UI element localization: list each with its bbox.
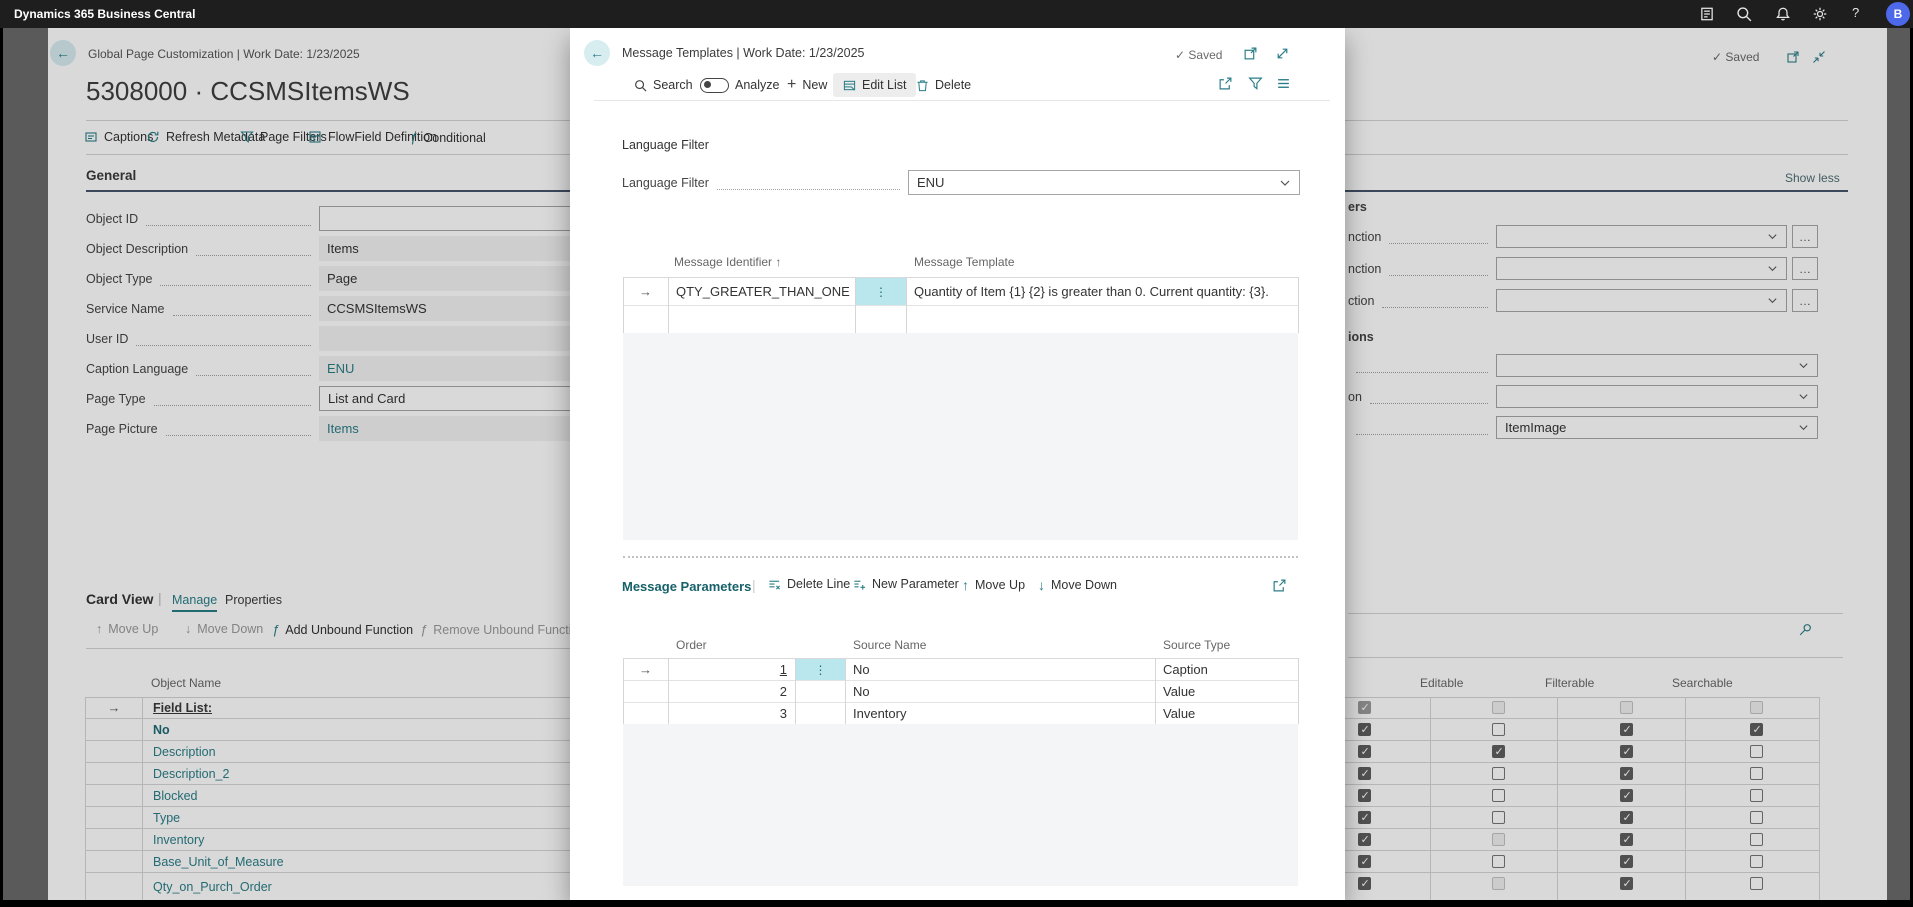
notifications-icon[interactable]: [1775, 6, 1791, 22]
language-filter-group-heading: Language Filter: [622, 138, 709, 152]
order-cell[interactable]: 2: [668, 680, 795, 702]
message-parameters-heading: Message Parameters: [622, 579, 751, 594]
source-name-cell[interactable]: No: [845, 680, 1155, 702]
message-identifier-column-header[interactable]: Message Identifier ↑: [674, 255, 781, 269]
search-icon[interactable]: [1736, 6, 1752, 22]
open-in-window-icon[interactable]: [1243, 46, 1258, 61]
help-icon[interactable]: ?: [1852, 5, 1859, 20]
new-parameter-button[interactable]: New Parameter: [853, 577, 959, 591]
saved-check-icon: ✓: [1175, 48, 1185, 62]
source-name-cell[interactable]: Inventory: [845, 702, 1155, 724]
dialog-save-status: ✓ Saved: [1175, 48, 1222, 62]
arrow-down-icon: ↓: [1038, 577, 1045, 593]
table-border: [1298, 658, 1299, 724]
top-bar: Dynamics 365 Business Central ? B: [0, 0, 1913, 28]
table-empty-area: [623, 724, 1298, 886]
splitter-handle[interactable]: [623, 556, 1298, 558]
chevron-down-icon: [1279, 177, 1291, 189]
back-arrow-icon: ←: [590, 45, 604, 61]
toolbar-border: [594, 100, 1330, 101]
dialog-back-button[interactable]: ←: [584, 40, 610, 66]
news-icon[interactable]: [1699, 6, 1715, 22]
toggle-switch-icon[interactable]: [700, 78, 729, 93]
frame-bottom-border: [0, 900, 1913, 907]
row-options-cell[interactable]: ⋮: [856, 278, 906, 305]
order-column-header[interactable]: Order: [676, 638, 707, 652]
active-row-indicator: →: [623, 658, 668, 680]
message-template-cell[interactable]: Quantity of Item {1} {2} is greater than…: [906, 277, 1298, 305]
dialog-caption: Message Templates | Work Date: 1/23/2025: [622, 46, 865, 60]
edit-list-icon: [843, 79, 856, 92]
plus-icon: +: [787, 78, 796, 92]
language-filter-dropdown[interactable]: ENU: [908, 170, 1300, 195]
search-button[interactable]: Search: [634, 73, 693, 97]
settings-gear-icon[interactable]: [1812, 6, 1828, 22]
table-empty-area: [623, 333, 1298, 540]
source-type-cell[interactable]: Value: [1155, 680, 1298, 702]
divider: |: [752, 577, 756, 593]
delete-button[interactable]: Delete: [916, 73, 971, 97]
source-name-cell[interactable]: No: [845, 658, 1155, 680]
trash-icon: [916, 79, 929, 92]
new-button[interactable]: + New: [787, 73, 827, 97]
table-border: [623, 305, 1298, 306]
message-identifier-cell[interactable]: QTY_GREATER_THAN_ONE: [668, 277, 855, 305]
order-cell[interactable]: 3: [668, 702, 795, 724]
dot-leader: [717, 176, 900, 190]
order-cell[interactable]: 1: [668, 658, 795, 680]
delete-line-icon: [768, 578, 781, 591]
analyze-toggle[interactable]: Analyze: [700, 73, 779, 97]
user-avatar[interactable]: B: [1886, 2, 1910, 26]
new-parameter-icon: [853, 578, 866, 591]
share-icon[interactable]: [1272, 578, 1287, 593]
sort-ascending-icon: ↑: [775, 255, 781, 269]
message-template-column-header[interactable]: Message Template: [914, 255, 1015, 269]
share-icon[interactable]: [1218, 76, 1233, 91]
app-title[interactable]: Dynamics 365 Business Central: [14, 7, 195, 21]
row-options-cell[interactable]: ⋮: [796, 659, 845, 680]
filter-icon[interactable]: [1248, 76, 1263, 91]
source-type-column-header[interactable]: Source Type: [1163, 638, 1230, 652]
app-frame: Dynamics 365 Business Central ? B ← Glob…: [0, 0, 1913, 907]
source-type-cell[interactable]: Value: [1155, 702, 1298, 724]
source-name-column-header[interactable]: Source Name: [853, 638, 926, 652]
param-move-up-button[interactable]: ↑ Move Up: [962, 577, 1025, 593]
arrow-up-icon: ↑: [962, 577, 969, 593]
param-move-down-button[interactable]: ↓ Move Down: [1038, 577, 1117, 593]
edit-list-button[interactable]: Edit List: [833, 73, 916, 97]
source-type-cell[interactable]: Caption: [1155, 658, 1298, 680]
search-icon: [634, 79, 647, 92]
list-view-icon[interactable]: [1276, 76, 1291, 91]
active-row-indicator: →: [623, 277, 668, 305]
table-border: [1298, 277, 1299, 333]
maximize-icon[interactable]: [1275, 46, 1290, 61]
delete-line-button[interactable]: Delete Line: [768, 577, 850, 591]
message-templates-dialog-content: ← Message Templates | Work Date: 1/23/20…: [0, 0, 1913, 907]
language-filter-field: Language Filter ENU: [622, 170, 1300, 195]
